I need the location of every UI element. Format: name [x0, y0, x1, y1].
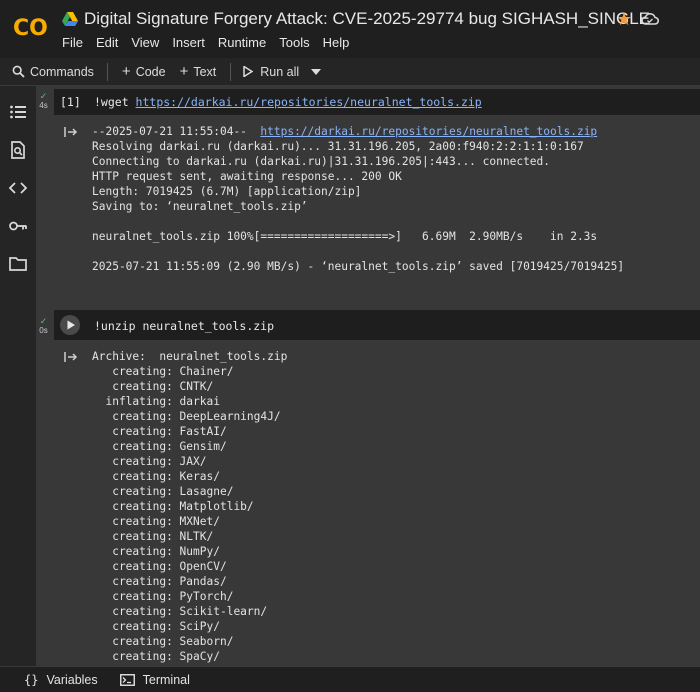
- cell-2-output-line: creating: PyTorch/: [92, 590, 234, 603]
- menu-file[interactable]: File: [62, 35, 83, 50]
- cloud-saved-icon[interactable]: [641, 11, 659, 27]
- add-text-button[interactable]: + Text: [180, 63, 217, 80]
- cell-1-output-line: 2025-07-21 11:55:09 (2.90 MB/s) - ‘neura…: [92, 260, 625, 273]
- notebook-main: ✓ 4s [1] !wget https://darkai.ru/reposit…: [36, 86, 700, 666]
- cell-1-code-prefix: !wget: [94, 95, 136, 109]
- cell-2-output-line: creating: Scikit-learn/: [92, 605, 268, 618]
- cell-2-output-line: creating: JAX/: [92, 455, 207, 468]
- menu-help[interactable]: Help: [323, 35, 350, 50]
- cell-2-output-line: creating: Gensim/: [92, 440, 227, 453]
- cell-1-output-line: neuralnet_tools.zip 100%[===============…: [92, 230, 598, 243]
- find-replace-icon[interactable]: [8, 140, 28, 160]
- cell-1-code-url[interactable]: https://darkai.ru/repositories/neuralnet…: [136, 95, 482, 109]
- run-cell-button[interactable]: [60, 315, 80, 335]
- search-icon: [12, 65, 25, 78]
- cell-1-output-line: --2025-07-21 11:55:04-- https://darkai.r…: [92, 124, 597, 139]
- run-all-button[interactable]: Run all: [243, 65, 299, 79]
- cell-2-output-line: creating: MXNet/: [92, 515, 220, 528]
- star-icon[interactable]: ★: [616, 9, 632, 29]
- cell-2-output-line: creating: Matplotlib/: [92, 500, 254, 513]
- run-all-label: Run all: [260, 64, 300, 79]
- cell-1-output-line: Connecting to darkai.ru (darkai.ru)|31.3…: [92, 155, 551, 168]
- terminal-button[interactable]: Terminal: [119, 672, 190, 687]
- output-timestamp: --2025-07-21 11:55:04--: [92, 125, 261, 138]
- output-actions-icon[interactable]: [63, 350, 79, 364]
- cell-2-output-line: creating: Keras/: [92, 470, 220, 483]
- notebook-title[interactable]: Digital Signature Forgery Attack: CVE-20…: [84, 9, 650, 29]
- run-all-dropdown[interactable]: [311, 68, 322, 75]
- code-snippets-icon[interactable]: [8, 178, 28, 198]
- play-icon: [67, 320, 75, 330]
- menu-bar: File Edit View Insert Runtime Tools Help: [62, 35, 362, 50]
- cell-2-output-line: creating: SciPy/: [92, 620, 220, 633]
- header: CO Digital Signature Forgery Attack: CVE…: [0, 0, 700, 58]
- cell-1-code[interactable]: !wget https://darkai.ru/repositories/neu…: [94, 95, 482, 109]
- key-icon[interactable]: [8, 216, 28, 236]
- output-actions-icon[interactable]: [63, 125, 79, 139]
- cell-1-output-line: HTTP request sent, awaiting response... …: [92, 170, 402, 183]
- cell-1-output-line: Length: 7019425 (6.7M) [application/zip]: [92, 185, 362, 198]
- check-icon: ✓: [39, 91, 48, 101]
- text-label: Text: [193, 64, 217, 79]
- plus-icon: +: [179, 63, 189, 80]
- cell-1-status: ✓ 4s: [36, 91, 51, 110]
- cell-2-output-line: creating: Lasagne/: [92, 485, 234, 498]
- cell-1-output-line: Resolving darkai.ru (darkai.ru)... 31.31…: [92, 140, 584, 153]
- variables-label: Variables: [46, 672, 98, 687]
- left-sidebar: [0, 86, 36, 666]
- cell-2-exec-time: 0s: [39, 326, 48, 335]
- bottom-bar: {} Variables Terminal: [0, 666, 700, 692]
- commands-label: Commands: [30, 64, 94, 79]
- cell-2-output-line: creating: CNTK/: [92, 380, 214, 393]
- cell-2-output-line: creating: NLTK/: [92, 530, 214, 543]
- variables-button[interactable]: {} Variables: [24, 673, 98, 687]
- braces-icon: {}: [24, 672, 39, 687]
- google-drive-icon[interactable]: [62, 12, 78, 26]
- cell-2-output-line: creating: NumPy/: [92, 545, 220, 558]
- cell-2-output-line: creating: SpaCy/: [92, 650, 220, 663]
- toolbar: Commands + Code + Text Run all: [0, 58, 700, 86]
- folder-icon[interactable]: [8, 254, 28, 274]
- cell-2-output-line: creating: OpenCV/: [92, 560, 227, 573]
- cell-2-code[interactable]: !unzip neuralnet_tools.zip: [94, 319, 274, 333]
- menu-tools[interactable]: Tools: [279, 35, 309, 50]
- code-label: Code: [135, 64, 166, 79]
- menu-edit[interactable]: Edit: [96, 35, 118, 50]
- cell-1-prompt: [1]: [60, 95, 81, 109]
- cell-1-exec-time: 4s: [39, 101, 48, 110]
- terminal-label: Terminal: [142, 672, 190, 687]
- play-icon: [243, 66, 254, 77]
- cell-2-output-line: Archive: neuralnet_tools.zip: [92, 350, 288, 363]
- cell-2-output-line: inflating: darkai: [92, 395, 220, 408]
- cell-2-output-line: creating: Pandas/: [92, 575, 227, 588]
- cell-1-output-line: Saving to: ‘neuralnet_tools.zip’: [92, 200, 308, 213]
- toolbar-divider: [230, 62, 232, 81]
- check-icon: ✓: [39, 316, 48, 326]
- output-url-link[interactable]: https://darkai.ru/repositories/neuralnet…: [260, 125, 597, 138]
- cell-2-output-line: creating: FastAI/: [92, 425, 227, 438]
- add-code-button[interactable]: + Code: [122, 63, 166, 80]
- menu-runtime[interactable]: Runtime: [218, 35, 266, 50]
- cell-2-output-line: creating: DeepLearning4J/: [92, 410, 281, 423]
- colab-logo[interactable]: CO: [12, 10, 48, 42]
- cell-2-output-line: creating: Seaborn/: [92, 635, 234, 648]
- caret-down-icon: [311, 68, 322, 75]
- table-of-contents-icon[interactable]: [8, 102, 28, 122]
- plus-icon: +: [121, 63, 131, 80]
- terminal-icon: [119, 673, 135, 686]
- logo-text: CO: [13, 16, 48, 41]
- commands-button[interactable]: Commands: [12, 65, 94, 79]
- cell-2-output-line: creating: Chainer/: [92, 365, 234, 378]
- menu-insert[interactable]: Insert: [172, 35, 205, 50]
- cell-2-status: ✓ 0s: [36, 316, 51, 335]
- menu-view[interactable]: View: [131, 35, 159, 50]
- toolbar-divider: [106, 62, 108, 81]
